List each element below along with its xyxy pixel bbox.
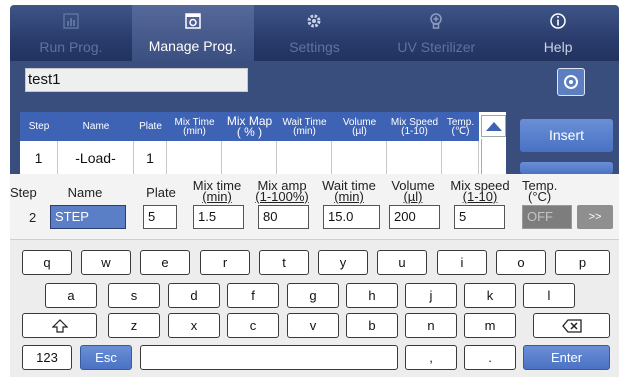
chart-icon xyxy=(63,13,79,29)
cell-mix-map xyxy=(222,141,277,174)
key-t[interactable]: t xyxy=(259,250,309,275)
col-header-mix-time: Mix Time (min) xyxy=(174,116,215,137)
tab-manage-prog[interactable]: Manage Prog. xyxy=(131,5,254,61)
settings-box-icon xyxy=(184,13,201,29)
tab-help-label: Help xyxy=(543,39,573,55)
comma-key[interactable]: , xyxy=(405,345,457,370)
key-p[interactable]: p xyxy=(555,250,610,275)
tab-uv-sterilizer-label: UV Sterilizer xyxy=(397,39,476,55)
col-header-plate: Plate xyxy=(139,121,162,132)
table-scrollbar[interactable] xyxy=(481,139,506,174)
gear-icon xyxy=(307,14,321,28)
circle-target-icon xyxy=(564,75,578,89)
key-v[interactable]: v xyxy=(287,313,339,338)
space-key[interactable] xyxy=(140,345,398,370)
circle-target-button[interactable] xyxy=(557,68,585,96)
col-header-mix-speed: Mix Speed (1-10) xyxy=(390,116,439,137)
period-key[interactable]: . xyxy=(464,345,516,370)
col-header-temp: Temp. (℃) xyxy=(446,116,475,137)
cell-name: -Load- xyxy=(58,141,134,174)
shift-arrow-icon xyxy=(51,318,68,333)
key-w[interactable]: w xyxy=(81,250,131,275)
step-number: 2 xyxy=(29,210,37,225)
plate-label: Plate xyxy=(146,185,176,200)
key-i[interactable]: i xyxy=(437,250,487,275)
numbers-key[interactable]: 123 xyxy=(22,345,72,370)
tab-manage-prog-label: Manage Prog. xyxy=(148,38,237,54)
cell-plate: 1 xyxy=(134,141,167,174)
wait-time-label: Wait time (min) xyxy=(322,178,376,204)
key-o[interactable]: o xyxy=(496,250,546,275)
temp-toggle-field[interactable]: OFF xyxy=(522,205,572,229)
mix-time-label: Mix time (min) xyxy=(192,178,242,204)
key-q[interactable]: q xyxy=(22,250,72,275)
key-r[interactable]: r xyxy=(200,250,250,275)
key-c[interactable]: c xyxy=(227,313,279,338)
cell-step: 1 xyxy=(20,141,58,174)
program-name-field[interactable]: test1 xyxy=(25,68,248,92)
mix-time-field[interactable]: 1.5 xyxy=(193,205,244,229)
tab-help[interactable]: Help xyxy=(497,5,619,61)
step-table-header: Step Name Plate Mix Time (min) Mix Map( %… xyxy=(20,112,479,141)
key-d[interactable]: d xyxy=(168,283,220,308)
side-button-partial[interactable] xyxy=(520,162,613,174)
key-a[interactable]: a xyxy=(45,283,97,308)
tab-run-prog[interactable]: Run Prog. xyxy=(10,5,132,61)
key-g[interactable]: g xyxy=(287,283,339,308)
key-u[interactable]: u xyxy=(377,250,427,275)
plate-field[interactable]: 5 xyxy=(143,205,177,229)
tab-settings[interactable]: Settings xyxy=(254,5,376,61)
backspace-icon xyxy=(561,318,582,333)
temp-label: Temp. (°C) xyxy=(522,178,558,204)
shift-key[interactable] xyxy=(22,313,97,338)
volume-field[interactable]: 200 xyxy=(389,205,440,229)
key-k[interactable]: k xyxy=(464,283,516,308)
top-navigation: Run Prog. Manage Prog. Settings UV Steri… xyxy=(10,5,619,61)
insert-button[interactable]: Insert xyxy=(520,119,613,152)
mix-amp-field[interactable]: 80 xyxy=(258,205,309,229)
key-h[interactable]: h xyxy=(346,283,398,308)
key-s[interactable]: s xyxy=(108,283,160,308)
table-row[interactable]: 1 -Load- 1 xyxy=(20,141,479,174)
info-icon xyxy=(550,13,566,29)
col-header-mix-map: Mix Map( % ) xyxy=(226,113,273,139)
more-button[interactable]: >> xyxy=(577,205,613,229)
cell-mix-time xyxy=(167,141,222,174)
key-j[interactable]: j xyxy=(405,283,457,308)
triangle-up-icon xyxy=(486,122,502,131)
key-y[interactable]: y xyxy=(318,250,368,275)
key-x[interactable]: x xyxy=(168,313,220,338)
lightbulb-icon xyxy=(430,13,443,29)
tab-uv-sterilizer[interactable]: UV Sterilizer xyxy=(375,5,497,61)
mix-speed-label: Mix speed (1-10) xyxy=(450,178,510,204)
key-l[interactable]: l xyxy=(523,283,575,308)
col-header-step: Step xyxy=(28,121,50,132)
cell-wait-time xyxy=(277,141,332,174)
scroll-up-button[interactable] xyxy=(481,115,506,137)
esc-key[interactable]: Esc xyxy=(80,345,132,370)
mix-amp-label: Mix amp (1-100%) xyxy=(255,178,309,204)
key-m[interactable]: m xyxy=(464,313,516,338)
cell-temp xyxy=(442,141,479,174)
mix-speed-field[interactable]: 5 xyxy=(454,205,505,229)
key-n[interactable]: n xyxy=(405,313,457,338)
name-label: Name xyxy=(67,185,103,200)
cell-mix-speed xyxy=(387,141,442,174)
wait-time-field[interactable]: 15.0 xyxy=(323,205,380,229)
backspace-key[interactable] xyxy=(533,313,610,338)
key-z[interactable]: z xyxy=(108,313,160,338)
col-header-volume: Volume (µl) xyxy=(342,116,377,137)
step-label: Step xyxy=(10,185,37,200)
tab-settings-label: Settings xyxy=(289,39,340,55)
col-header-wait-time: Wait Time (min) xyxy=(282,116,327,137)
key-b[interactable]: b xyxy=(346,313,398,338)
enter-key[interactable]: Enter xyxy=(523,345,610,370)
cell-volume xyxy=(332,141,387,174)
key-f[interactable]: f xyxy=(227,283,279,308)
key-e[interactable]: e xyxy=(140,250,190,275)
tab-run-prog-label: Run Prog. xyxy=(39,39,103,55)
col-header-name: Name xyxy=(82,121,110,132)
volume-label: Volume (µl) xyxy=(391,178,435,204)
step-name-field[interactable]: STEP xyxy=(50,205,126,229)
